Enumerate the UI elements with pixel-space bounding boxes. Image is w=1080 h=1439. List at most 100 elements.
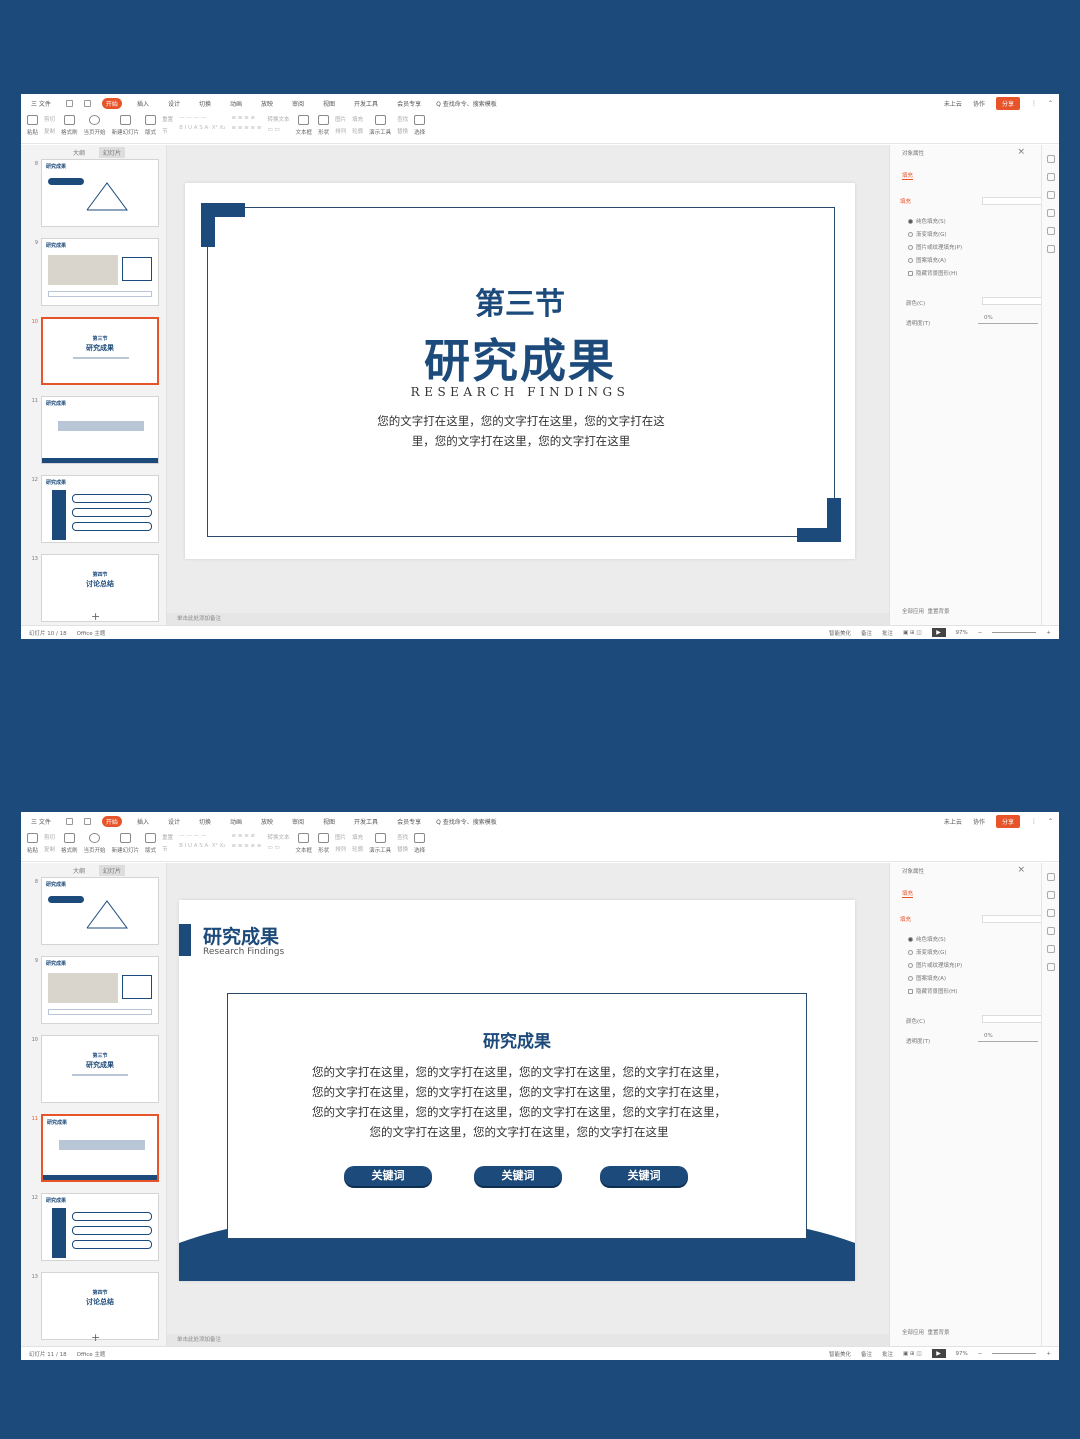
tab-view[interactable]: 视图: [319, 98, 339, 109]
font-select[interactable]: — — — —: [179, 833, 225, 839]
fill-option-gradient[interactable]: 渐变填充(G): [908, 230, 947, 238]
zoom-level[interactable]: 97%: [956, 1351, 968, 1357]
cut-button[interactable]: 剪切: [44, 833, 55, 841]
undo-icon[interactable]: [83, 817, 91, 825]
fill-option-solid[interactable]: 纯色填充(S): [908, 935, 946, 943]
shape-button[interactable]: 形状: [318, 833, 329, 854]
undo-icon[interactable]: [83, 99, 91, 107]
fill-option-pattern[interactable]: 图案填充(A): [908, 974, 946, 982]
menu-file[interactable]: 三 文件: [27, 816, 55, 827]
smart-beautify-button[interactable]: 智能美化: [829, 1350, 851, 1358]
tab-outline[interactable]: 大纲: [73, 148, 85, 157]
view-mode-icons[interactable]: ▣ ⊞ ◫: [903, 630, 922, 636]
reset-background-button[interactable]: 重置背景: [928, 1330, 950, 1336]
slide-thumbnail-11[interactable]: 研究成果: [41, 396, 159, 464]
fill-option-gradient[interactable]: 渐变填充(G): [908, 948, 947, 956]
notes-field[interactable]: 单击此处添加备注: [167, 1334, 889, 1346]
tab-design[interactable]: 设计: [164, 98, 184, 109]
new-slide-button[interactable]: 新建幻灯片: [112, 115, 139, 136]
zoom-out-button[interactable]: −: [978, 1351, 983, 1357]
present-tools-button[interactable]: 演示工具: [369, 833, 391, 854]
slideshow-play-button[interactable]: ▶: [931, 628, 946, 637]
tab-fill[interactable]: 填充: [902, 889, 914, 898]
settings-icon[interactable]: [1046, 963, 1055, 971]
fill-type-select[interactable]: [982, 915, 1042, 923]
keyword-pill-3[interactable]: 关键词: [600, 1166, 688, 1186]
present-tools-button[interactable]: 演示工具: [369, 115, 391, 136]
english-title[interactable]: RESEARCH FINDINGS: [185, 385, 855, 399]
gallery-icon[interactable]: [1046, 927, 1055, 935]
hide-bg-graphics[interactable]: 隐藏背景图形(H): [908, 987, 957, 995]
slide-thumbnail-12[interactable]: 研究成果: [41, 1193, 159, 1261]
transparency-slider[interactable]: [978, 323, 1038, 324]
slide-11[interactable]: 研究成果 Research Findings 研究成果 您的文字打在这里，您的文…: [179, 900, 855, 1281]
slide-thumbnail-8[interactable]: 研究成果: [41, 159, 159, 227]
tab-review[interactable]: 审阅: [288, 98, 308, 109]
list-buttons[interactable]: ≡ ≡ ≡ ≡: [231, 115, 261, 121]
fill-button[interactable]: 填充: [352, 115, 363, 123]
zoom-out-button[interactable]: −: [978, 630, 983, 636]
cloud-status[interactable]: 未上云: [944, 817, 962, 826]
format-painter-button[interactable]: 格式刷: [61, 115, 78, 136]
play-current-button[interactable]: 当页开始: [84, 115, 106, 136]
theme-name[interactable]: Office 主题: [77, 629, 106, 637]
more-icon[interactable]: ⋮: [1031, 100, 1037, 107]
slide-thumbnail-13[interactable]: 第四节 讨论总结: [41, 1272, 159, 1340]
slide-title[interactable]: 研究成果: [203, 922, 279, 949]
transparency-slider[interactable]: [978, 1041, 1038, 1042]
close-icon[interactable]: ×: [1017, 147, 1025, 157]
add-slide-icon[interactable]: +: [91, 1331, 100, 1344]
apply-all-button[interactable]: 全部应用: [902, 1330, 924, 1336]
tab-animation[interactable]: 动画: [226, 98, 246, 109]
replace-button[interactable]: 替换: [397, 845, 408, 853]
cloud-status[interactable]: 未上云: [944, 99, 962, 108]
animation-icon[interactable]: [1046, 191, 1055, 199]
section-heading[interactable]: 第三节: [185, 279, 855, 323]
slide-thumbnail-9[interactable]: 研究成果: [41, 238, 159, 306]
tab-member[interactable]: 会员专享: [393, 816, 425, 827]
view-mode-icons[interactable]: ▣ ⊞ ◫: [903, 1351, 922, 1357]
align-buttons[interactable]: ≡ ≡ ≡ ≡ ≡: [231, 843, 261, 849]
slide-thumbnail-9[interactable]: 研究成果: [41, 956, 159, 1024]
tab-transition[interactable]: 切换: [195, 98, 215, 109]
tab-home[interactable]: 开始: [101, 815, 122, 827]
convert-text-button[interactable]: 转换文本: [268, 115, 290, 123]
section-button[interactable]: 节: [162, 127, 173, 135]
fill-section-header[interactable]: 填充: [900, 197, 911, 205]
tab-slideshow[interactable]: 放映: [257, 816, 277, 827]
settings-icon[interactable]: [1046, 245, 1055, 253]
properties-icon[interactable]: [1046, 873, 1055, 881]
slide-thumbnail-10[interactable]: 第三节 研究成果: [41, 1035, 159, 1103]
textbox-button[interactable]: 文本框: [296, 833, 312, 854]
textbox-button[interactable]: 文本框: [296, 115, 312, 136]
cut-button[interactable]: 剪切: [44, 115, 55, 123]
zoom-in-button[interactable]: +: [1046, 630, 1051, 636]
color-select[interactable]: [982, 297, 1042, 305]
body-text[interactable]: 您的文字打在这里，您的文字打在这里，您的文字打在这 里，您的文字打在这里，您的文…: [355, 411, 687, 451]
smart-art-button[interactable]: ▭ ▭: [268, 127, 290, 133]
fill-section-header[interactable]: 填充: [900, 915, 911, 923]
properties-icon[interactable]: [1046, 155, 1055, 163]
find-button[interactable]: 查找: [397, 115, 408, 123]
align-buttons[interactable]: ≡ ≡ ≡ ≡ ≡: [231, 125, 261, 131]
tab-outline[interactable]: 大纲: [73, 866, 85, 875]
share-icon[interactable]: [1046, 227, 1055, 235]
tab-home[interactable]: 开始: [101, 97, 122, 109]
tab-insert[interactable]: 插入: [133, 98, 153, 109]
reset-button[interactable]: 重置: [162, 115, 173, 123]
collapse-ribbon-icon[interactable]: ⌃: [1048, 100, 1053, 107]
save-icon[interactable]: [65, 99, 73, 107]
outline-button[interactable]: 轮廓: [352, 127, 363, 135]
tab-developer[interactable]: 开发工具: [350, 816, 382, 827]
tab-animation[interactable]: 动画: [226, 816, 246, 827]
comments-button[interactable]: 批注: [882, 629, 893, 637]
paste-button[interactable]: 粘贴: [27, 833, 38, 854]
select-button[interactable]: 选择: [414, 833, 425, 854]
shape-button[interactable]: 形状: [318, 115, 329, 136]
zoom-level[interactable]: 97%: [956, 630, 968, 636]
slide-thumbnail-12[interactable]: 研究成果: [41, 475, 159, 543]
tab-slideshow[interactable]: 放映: [257, 98, 277, 109]
tab-review[interactable]: 审阅: [288, 816, 308, 827]
collapse-ribbon-icon[interactable]: ⌃: [1048, 818, 1053, 825]
tab-insert[interactable]: 插入: [133, 816, 153, 827]
